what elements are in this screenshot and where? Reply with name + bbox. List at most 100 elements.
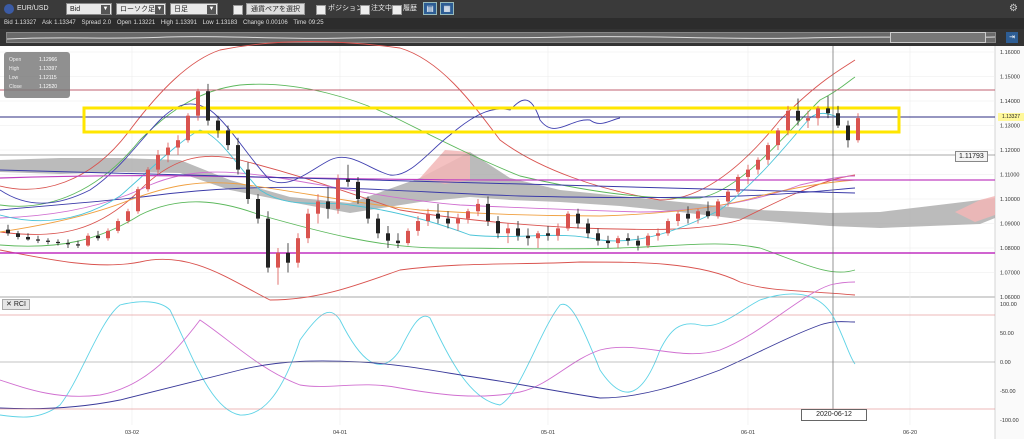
- candle-body: [686, 213, 690, 219]
- price-tick-label: 1.08000: [1000, 246, 1020, 252]
- candle-body: [526, 235, 530, 239]
- candle-body: [196, 91, 200, 116]
- candle-body: [626, 238, 630, 241]
- price-tick-label: 1.11000: [1000, 173, 1019, 179]
- crosshair-date-tag: 2020-06-12: [801, 409, 867, 421]
- candle-body: [576, 213, 580, 224]
- close-icon[interactable]: ✕: [6, 301, 12, 308]
- candle-body: [496, 221, 500, 234]
- candle-body: [166, 147, 170, 155]
- price-tick-label: 1.10000: [1000, 197, 1020, 203]
- rci-panel-label[interactable]: ✕ RCI: [2, 299, 30, 310]
- rci-tick-label: -100.00: [1000, 418, 1019, 424]
- candle-body: [306, 213, 310, 239]
- date-tick-label: 04-01: [333, 430, 347, 436]
- price-tick-label: 1.16000: [1000, 50, 1020, 56]
- candle-body: [316, 201, 320, 214]
- date-tick-label: 06-20: [903, 430, 917, 436]
- candle-body: [616, 238, 620, 244]
- ohlc-low-label: Low: [9, 75, 19, 81]
- rci-tick-label: -50.00: [1000, 389, 1016, 395]
- price-tick-label: 1.06000: [1000, 295, 1020, 301]
- date-tick-label: 06-01: [741, 430, 755, 436]
- rci-tick-label: 50.00: [1000, 331, 1014, 337]
- candle-body: [596, 233, 600, 241]
- candle-body: [456, 218, 460, 224]
- candle-body: [806, 118, 810, 121]
- candle-body: [556, 228, 560, 236]
- candle-body: [236, 145, 240, 170]
- candle-body: [726, 191, 730, 202]
- candle-body: [16, 233, 20, 237]
- ohlc-close-row: Close 1.12520: [9, 84, 65, 91]
- ohlc-open-row: Open 1.12966: [9, 57, 65, 64]
- candle-body: [326, 201, 330, 209]
- candle-body: [276, 252, 280, 268]
- candle-body: [206, 91, 210, 121]
- candle-body: [96, 235, 100, 239]
- ohlc-open-label: Open: [9, 57, 22, 63]
- price-tick-label: 1.07000: [1000, 271, 1020, 277]
- candle-body: [816, 108, 820, 119]
- rci-tick-label: 100.00: [1000, 302, 1017, 308]
- candle-body: [706, 211, 710, 217]
- candle-body: [186, 115, 190, 141]
- price-tick-label: 1.09000: [1000, 222, 1020, 228]
- candle-body: [416, 221, 420, 231]
- candle-body: [656, 233, 660, 236]
- candle-body: [6, 229, 10, 234]
- rci-title: RCI: [13, 301, 26, 308]
- candle-body: [376, 218, 380, 234]
- candle-body: [256, 199, 260, 219]
- candle-body: [226, 130, 230, 146]
- candle-body: [736, 176, 740, 192]
- candle-body: [356, 181, 360, 199]
- candle-body: [506, 228, 510, 234]
- candle-body: [666, 221, 670, 234]
- price-tick-label: 1.13000: [1000, 124, 1020, 130]
- candle-body: [466, 211, 470, 219]
- ohlc-close-label: Close: [9, 84, 22, 90]
- candle-body: [406, 230, 410, 244]
- price-tick-label: 1.14000: [1000, 99, 1020, 105]
- ohlc-low-row: Low 1.12115: [9, 75, 65, 82]
- candle-body: [796, 110, 800, 121]
- candle-body: [106, 230, 110, 239]
- candle-body: [146, 169, 150, 190]
- candle-body: [826, 108, 830, 114]
- candle-body: [846, 125, 850, 141]
- price-tag: 1.11793: [955, 151, 988, 162]
- candle-body: [246, 169, 250, 199]
- candle-body: [36, 239, 40, 241]
- candle-body: [716, 201, 720, 217]
- candle-body: [126, 211, 130, 222]
- ohlc-close-value: 1.12520: [39, 84, 58, 90]
- date-tick-label: 05-01: [541, 430, 555, 436]
- candle-body: [446, 218, 450, 224]
- current-price-tag: 1.13327: [998, 113, 1024, 121]
- ohlc-high-row: High 1.13397: [9, 66, 65, 73]
- candle-body: [776, 130, 780, 146]
- ohlc-high-value: 1.13397: [39, 66, 58, 72]
- chart-area[interactable]: 1.16000 1.15000 1.14000 1.13000 1.12000 1.110…: [0, 0, 1024, 439]
- candle-body: [86, 235, 90, 246]
- candle-body: [756, 159, 760, 170]
- candle-body: [26, 236, 30, 240]
- candle-body: [566, 213, 570, 229]
- candle-body: [836, 113, 840, 126]
- candle-body: [336, 179, 340, 209]
- candle-body: [396, 240, 400, 244]
- candle-body: [216, 120, 220, 131]
- ohlc-open-value: 1.12966: [39, 57, 58, 63]
- price-tick-label: 1.15000: [1000, 75, 1020, 81]
- candle-body: [696, 211, 700, 219]
- date-tick-label: 03-02: [125, 430, 139, 436]
- candle-body: [676, 213, 680, 222]
- candle-body: [386, 233, 390, 241]
- candle-body: [546, 233, 550, 236]
- candle-body: [476, 203, 480, 212]
- candle-body: [76, 244, 80, 246]
- candle-body: [486, 203, 490, 222]
- candle-body: [646, 235, 650, 246]
- ohlc-high-label: High: [9, 66, 20, 72]
